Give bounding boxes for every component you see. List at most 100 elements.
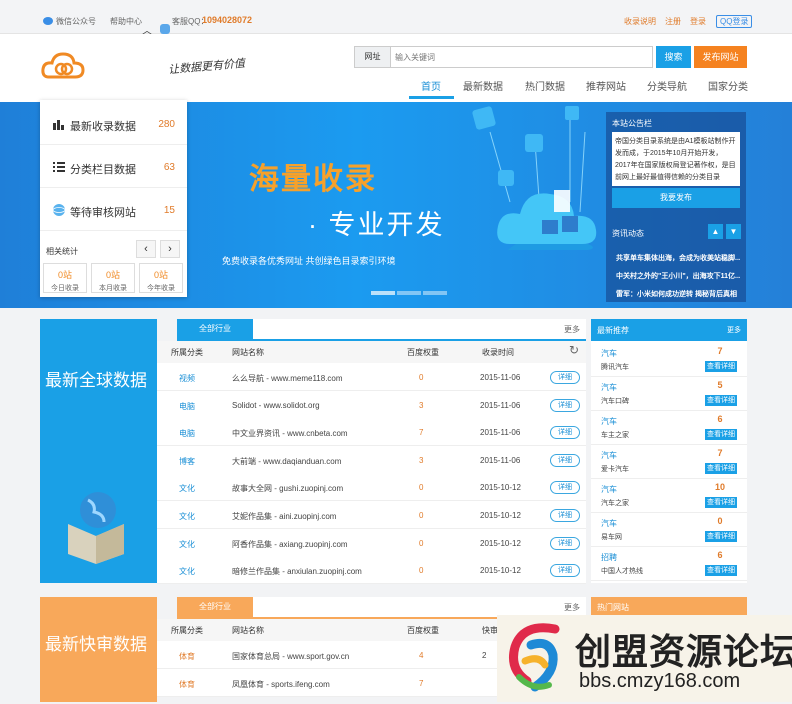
- nav-country-category[interactable]: 国家分类: [708, 78, 748, 93]
- sidebar-item-pending-review[interactable]: 等待审核网站 15: [40, 189, 187, 231]
- category-link[interactable]: 文化: [179, 483, 195, 494]
- site-name-link[interactable]: 中文业界资讯 - www.cnbeta.com: [232, 428, 348, 439]
- search-input[interactable]: [395, 49, 645, 65]
- login-link[interactable]: 登录: [690, 16, 706, 27]
- table-row[interactable]: 文化 暗修兰作品集 - anxiulan.zuopinj.com 0 2015-10-…: [157, 556, 586, 585]
- tab-all-industries[interactable]: 全部行业: [177, 597, 253, 617]
- category-link[interactable]: 电脑: [179, 401, 195, 412]
- recommend-item[interactable]: 汽车 汽车之家 10 查看详细: [591, 479, 747, 513]
- site-name-link[interactable]: 阿香作品集 - axiang.zuopinj.com: [232, 539, 348, 550]
- view-detail-button[interactable]: 查看详细: [705, 361, 737, 372]
- news-down-button[interactable]: ▼: [726, 224, 741, 239]
- recommend-item[interactable]: 汽车 汽车口碑 5 查看详细: [591, 377, 747, 411]
- recommend-category[interactable]: 汽车: [601, 518, 617, 529]
- recommend-category[interactable]: 汽车: [601, 382, 617, 393]
- recommend-category[interactable]: 汽车: [601, 348, 617, 359]
- recommend-site-name[interactable]: 车主之家: [601, 430, 629, 440]
- detail-button[interactable]: 详细: [550, 426, 580, 440]
- view-detail-button[interactable]: 查看详细: [705, 395, 737, 406]
- site-name-link[interactable]: 艾妮作品集 - aini.zuopinj.com: [232, 511, 336, 522]
- table-row[interactable]: 电脑 中文业界资讯 - www.cnbeta.com 7 2015-11-06 详细: [157, 418, 586, 447]
- search-scope-label[interactable]: 网址: [355, 47, 391, 67]
- recommend-site-name[interactable]: 腾讯汽车: [601, 362, 629, 372]
- slider-dot-1[interactable]: [371, 291, 395, 295]
- site-name-link[interactable]: Solidot - www.solidot.org: [232, 401, 320, 410]
- slider-dot-2[interactable]: [397, 291, 421, 295]
- chevron-left-icon[interactable]: ‹: [136, 240, 156, 258]
- recommend-category[interactable]: 汽车: [601, 450, 617, 461]
- more-link[interactable]: 更多: [564, 602, 580, 613]
- help-center-link[interactable]: 帮助中心: [110, 16, 142, 27]
- table-row[interactable]: 文化 故事大全网 - gushi.zuopinj.com 0 2015-10-12 详细: [157, 473, 586, 502]
- recommend-site-name[interactable]: 爱卡汽车: [601, 464, 629, 474]
- view-detail-button[interactable]: 查看详细: [705, 565, 737, 576]
- nav-recommended-sites[interactable]: 推荐网站: [586, 78, 626, 93]
- news-item[interactable]: 中关村之外的"王小川"，出海攻下11亿...: [616, 271, 740, 281]
- site-name-link[interactable]: 凤凰体育 - sports.ifeng.com: [232, 679, 330, 690]
- sidebar-item-category-data[interactable]: 分类栏目数据 63: [40, 146, 187, 188]
- publish-site-button[interactable]: 发布网站: [694, 46, 747, 68]
- sidebar-item-latest-data[interactable]: 最新收录数据 280: [40, 103, 187, 145]
- site-name-link[interactable]: 故事大全网 - gushi.zuopinj.com: [232, 483, 343, 494]
- recommend-category[interactable]: 汽车: [601, 484, 617, 495]
- search-button[interactable]: 搜索: [656, 46, 691, 68]
- recommend-item[interactable]: 汽车 腾讯汽车 7 查看详细: [591, 343, 747, 377]
- category-link[interactable]: 文化: [179, 566, 195, 577]
- category-link[interactable]: 文化: [179, 539, 195, 550]
- table-row[interactable]: 文化 阿香作品集 - axiang.zuopinj.com 0 2015-10-12 详…: [157, 528, 586, 557]
- view-detail-button[interactable]: 查看详细: [705, 429, 737, 440]
- recommend-item[interactable]: 汽车 爱卡汽车 7 查看详细: [591, 445, 747, 479]
- chevron-right-icon[interactable]: ›: [160, 240, 180, 258]
- site-logo[interactable]: [41, 50, 85, 80]
- nav-hot-data[interactable]: 热门数据: [525, 78, 565, 93]
- view-detail-button[interactable]: 查看详细: [705, 463, 737, 474]
- recommend-item[interactable]: 汽车 易车网 0 查看详细: [591, 513, 747, 547]
- category-link[interactable]: 博客: [179, 456, 195, 467]
- nav-category-navigation[interactable]: 分类导航: [647, 78, 687, 93]
- detail-button[interactable]: 详细: [550, 481, 580, 495]
- view-detail-button[interactable]: 查看详细: [705, 531, 737, 542]
- recommend-more-link[interactable]: 更多: [727, 325, 741, 335]
- category-link[interactable]: 视频: [179, 373, 195, 384]
- site-name-link[interactable]: 国家体育总局 - www.sport.gov.cn: [232, 651, 349, 662]
- detail-button[interactable]: 详细: [550, 453, 580, 467]
- wechat-link[interactable]: 微信公众号: [56, 16, 96, 27]
- table-row[interactable]: 视频 么么导航 - www.meme118.com 0 2015-11-06 详细: [157, 363, 586, 391]
- category-link[interactable]: 电脑: [179, 428, 195, 439]
- category-link[interactable]: 体育: [179, 679, 195, 690]
- recommend-category[interactable]: 招聘: [601, 552, 617, 563]
- category-link[interactable]: 体育: [179, 651, 195, 662]
- site-name-link[interactable]: 大前端 - www.daqianduan.com: [232, 456, 341, 467]
- news-up-button[interactable]: ▲: [708, 224, 723, 239]
- nav-home[interactable]: 首页: [421, 78, 441, 93]
- view-detail-button[interactable]: 查看详细: [705, 497, 737, 508]
- table-row[interactable]: 电脑 Solidot - www.solidot.org 3 2015-11-06 详细: [157, 390, 586, 419]
- detail-button[interactable]: 详细: [550, 536, 580, 550]
- category-link[interactable]: 文化: [179, 511, 195, 522]
- recommend-site-name[interactable]: 易车网: [601, 532, 622, 542]
- detail-button[interactable]: 详细: [550, 509, 580, 522]
- recommend-item[interactable]: 汽车 车主之家 6 查看详细: [591, 411, 747, 445]
- register-link[interactable]: 注册: [665, 16, 681, 27]
- recommend-site-name[interactable]: 汽车之家: [601, 498, 629, 508]
- recommend-category[interactable]: 汽车: [601, 416, 617, 427]
- table-row[interactable]: 文化 艾妮作品集 - aini.zuopinj.com 0 2015-10-12 详细: [157, 501, 586, 529]
- tab-all-industries[interactable]: 全部行业: [177, 319, 253, 339]
- news-item[interactable]: 共享单车集体出海，会成为收美站稳脚...: [616, 253, 740, 263]
- include-rules-link[interactable]: 收录说明: [624, 16, 656, 27]
- detail-button[interactable]: 详细: [550, 398, 580, 412]
- site-name-link[interactable]: 么么导航 - www.meme118.com: [232, 373, 343, 384]
- detail-button[interactable]: 详细: [550, 371, 580, 384]
- qq-login-button[interactable]: QQ登录: [716, 15, 753, 28]
- table-row[interactable]: 博客 大前端 - www.daqianduan.com 3 2015-11-06 详细: [157, 445, 586, 474]
- detail-button[interactable]: 详细: [550, 564, 580, 578]
- site-name-link[interactable]: 暗修兰作品集 - anxiulan.zuopinj.com: [232, 566, 362, 577]
- nav-latest-data[interactable]: 最新数据: [463, 78, 503, 93]
- refresh-icon[interactable]: ↻: [569, 343, 579, 357]
- recommend-site-name[interactable]: 中国人才热线: [601, 566, 643, 576]
- news-item[interactable]: 雷军：小米如何成功逆转 揭秘背后真相: [616, 289, 740, 299]
- notice-publish-button[interactable]: 我要发布: [612, 188, 740, 208]
- more-link[interactable]: 更多: [564, 324, 580, 335]
- recommend-site-name[interactable]: 汽车口碑: [601, 396, 629, 406]
- slider-dot-3[interactable]: [423, 291, 447, 295]
